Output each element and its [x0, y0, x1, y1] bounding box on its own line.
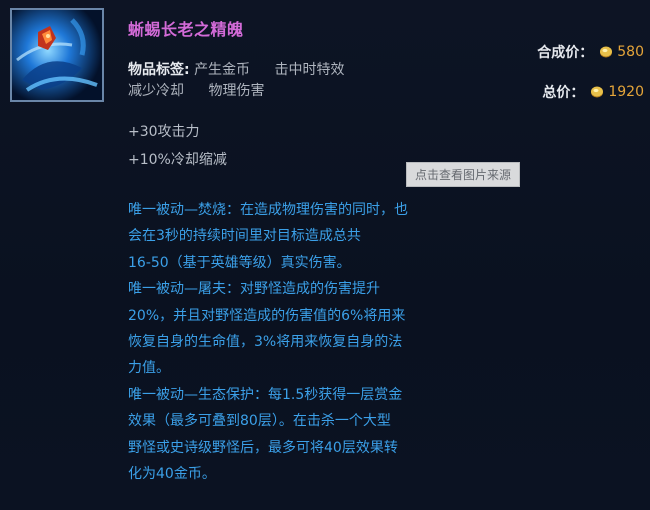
total-price: 总价： 1920 — [542, 82, 644, 102]
passive-line: 力值。 — [128, 360, 170, 377]
passive-line: 会在3秒的持续时间里对目标造成总共 — [128, 228, 361, 245]
total-price-value: 1920 — [608, 84, 644, 100]
passive-line: 唯一被动—生态保护：每1.5秒获得一层赏金 — [128, 386, 403, 403]
item-tags: 物品标签: 产生金币 击中时特效 减少冷却 物理伤害 — [128, 60, 408, 102]
passive-line: 效果（最多可叠到80层）。在击杀一个大型 — [128, 413, 391, 430]
tag-generate-gold: 产生金币 — [194, 62, 251, 78]
tag-cooldown-reduction: 减少冷却 — [128, 83, 184, 99]
item-stats: +30攻击力 +10%冷却缩减 — [128, 118, 227, 174]
tag-on-hit-effect: 击中时特效 — [274, 62, 345, 78]
image-source-link[interactable]: 点击查看图片来源 — [406, 162, 521, 187]
tags-label: 物品标签: — [128, 62, 190, 78]
passive-description: 唯一被动—焚烧：在造成物理伤害的同时，也 会在3秒的持续时间里对目标造成总共 1… — [128, 197, 468, 487]
passive-line: 唯一被动—焚烧：在造成物理伤害的同时，也 — [128, 202, 408, 218]
passive-line: 野怪或史诗级野怪后，最多可将40层效果转 — [128, 439, 398, 456]
gold-coin-icon — [599, 45, 613, 59]
passive-line: 恢复自身的生命值，3%将用来恢复自身的法 — [128, 334, 403, 351]
total-price-label: 总价： — [542, 85, 585, 101]
elder-lizard-spirit-icon[interactable] — [10, 8, 104, 102]
item-tooltip-panel: 蜥蜴长老之精魄 物品标签: 产生金币 击中时特效 减少冷却 物理伤害 合成价： … — [0, 0, 650, 510]
passive-line: 化为40金币。 — [128, 466, 216, 483]
passive-line: 16-50（基于英雄等级）真实伤害。 — [128, 254, 351, 271]
stat-cooldown-reduction: +10%冷却缩减 — [128, 152, 227, 168]
gold-coin-icon — [590, 85, 604, 99]
tag-physical-damage: 物理伤害 — [208, 83, 265, 99]
item-name: 蜥蜴长老之精魄 — [128, 20, 244, 39]
combine-price-value: 580 — [617, 44, 644, 60]
combine-price-label: 合成价： — [537, 45, 594, 61]
combine-price: 合成价： 580 — [537, 42, 644, 62]
stat-attack-damage: +30攻击力 — [128, 124, 200, 140]
passive-line: 唯一被动—屠夫：对野怪造成的伤害提升 — [128, 281, 380, 298]
passive-line: 20%，并且对野怪造成的伤害值的6%将用来 — [128, 307, 406, 324]
